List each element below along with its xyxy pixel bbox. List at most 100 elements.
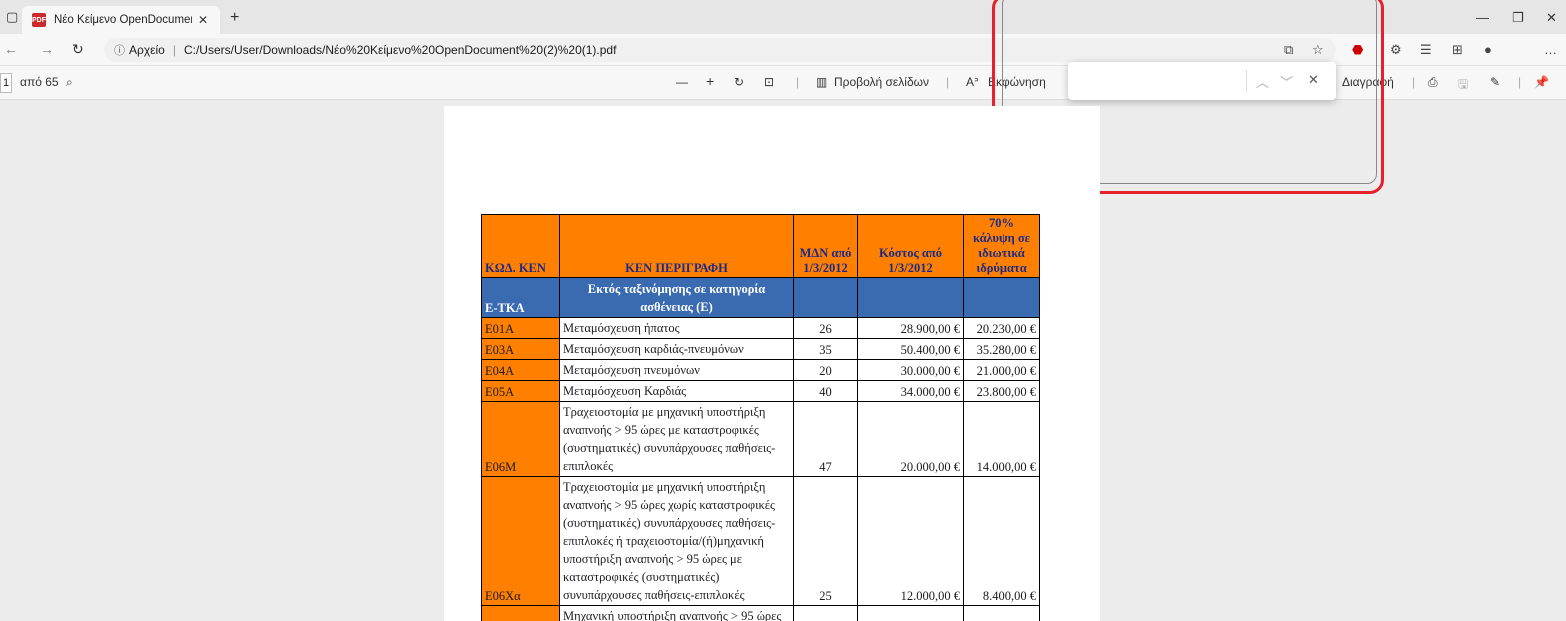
row-pct: 21.000,00 € — [963, 359, 1040, 381]
find-input[interactable] — [1076, 70, 1246, 92]
row-mdn: 35 — [793, 338, 858, 360]
row-mdn — [793, 605, 858, 621]
page-total: από 65 — [20, 75, 59, 89]
row-code: Ε05Α — [481, 380, 560, 402]
category-empty — [963, 277, 1040, 318]
find-panel: ︿ ﹀ ✕ — [1068, 62, 1336, 100]
restore-icon[interactable]: ❐ — [1512, 10, 1524, 26]
divider: | — [796, 75, 800, 89]
divider: | — [172, 43, 176, 57]
table-header-row: ΚΩΔ. ΚΕΝ ΚΕΝ ΠΕΡΙΓΡΑΦΗ ΜΔΝ από 1/3/2012 … — [481, 214, 1040, 278]
favorite-star-icon[interactable]: ☆ — [1312, 42, 1324, 58]
row-mdn: 47 — [793, 401, 858, 477]
header-code: ΚΩΔ. ΚΕΝ — [481, 214, 560, 278]
row-code: Ε03Α — [481, 338, 560, 360]
tab-bar: ▢ PDF Νέο Κείμενο OpenDocument (2) (1).p… — [0, 0, 1566, 34]
row-cost: 50.400,00 € — [857, 338, 964, 360]
row-pct: 14.000,00 € — [963, 401, 1040, 477]
row-cost: 28.900,00 € — [857, 317, 964, 339]
page-view-icon[interactable]: ▥ — [816, 75, 827, 89]
pdf-page: ΚΩΔ. ΚΕΝ ΚΕΝ ΠΕΡΙΓΡΑΦΗ ΜΔΝ από 1/3/2012 … — [444, 106, 1100, 621]
row-pct: 35.280,00 € — [963, 338, 1040, 360]
table-row: Ε04Α Μεταμόσχευση πνευμόνων 20 30.000,00… — [481, 359, 1040, 381]
search-icon[interactable]: ⌕ — [66, 75, 73, 90]
pin-toolbar-icon[interactable]: 📌 — [1534, 75, 1549, 89]
more-menu-icon[interactable]: … — [1544, 42, 1557, 57]
tab-title: Νέο Κείμενο OpenDocument (2) (1).pdf — [54, 14, 192, 26]
zoom-in-icon[interactable]: + — [706, 73, 714, 89]
header-cost: Κόστος από 1/3/2012 — [857, 214, 964, 278]
refresh-icon[interactable]: ↻ — [72, 41, 84, 58]
close-tab-icon[interactable]: ✕ — [198, 13, 208, 27]
find-next-icon[interactable]: ﹀ — [1280, 72, 1293, 91]
header-mdn: ΜΔΝ από 1/3/2012 — [793, 214, 858, 278]
row-code — [481, 605, 560, 621]
fit-page-icon[interactable]: ⊡ — [764, 75, 774, 89]
category-row: Ε-ΤΚΑ Εκτός ταξινόμησης σε κατηγορία ασθ… — [481, 277, 1040, 318]
table-row: Ε06Μ Τραχειοστομία με μηχανική υποστήριξ… — [481, 401, 1040, 477]
print-icon[interactable]: ⎙ — [1428, 75, 1438, 90]
category-code: Ε-ΤΚΑ — [481, 277, 560, 318]
row-mdn: 40 — [793, 380, 858, 402]
category-desc: Εκτός ταξινόμησης σε κατηγορία ασθένειας… — [559, 277, 794, 318]
pdf-file-icon: PDF — [32, 13, 46, 27]
window-close-icon[interactable]: ✕ — [1546, 10, 1557, 26]
url-field[interactable]: ⓘ Αρχείο | C:/Users/User/Downloads/Νέο%2… — [104, 38, 1336, 62]
row-cost: 34.000,00 € — [857, 380, 964, 402]
row-code: Ε06Χα — [481, 476, 560, 606]
divider — [1246, 70, 1247, 92]
extensions-icon[interactable]: ⚙ — [1390, 42, 1402, 58]
header-pct: 70% κάλυψη σε ιδιωτικά ιδρύματα — [963, 214, 1040, 278]
row-desc: Μεταμόσχευση καρδιάς-πνευμόνων — [559, 338, 794, 360]
row-pct — [963, 605, 1040, 621]
extension-shield-icon[interactable]: ⬣ — [1352, 42, 1363, 58]
row-code: Ε01Α — [481, 317, 560, 339]
divider: | — [1412, 75, 1416, 89]
row-cost — [857, 605, 964, 621]
row-code: Ε06Μ — [481, 401, 560, 477]
category-empty — [857, 277, 964, 318]
save-icon[interactable]: 🖫 — [1458, 75, 1468, 96]
zoom-out-icon[interactable]: — — [676, 75, 688, 89]
favorites-list-icon[interactable]: ☰ — [1420, 42, 1432, 58]
save-as-icon[interactable]: ✎ — [1490, 75, 1500, 89]
table-row: Ε06Χα Τραχειοστομία με μηχανική υποστήρι… — [481, 476, 1040, 606]
ken-table: ΚΩΔ. ΚΕΝ ΚΕΝ ΠΕΡΙΓΡΑΦΗ ΜΔΝ από 1/3/2012 … — [481, 214, 1040, 621]
immersive-reader-icon[interactable]: ⧉ — [1284, 42, 1293, 58]
row-cost: 12.000,00 € — [857, 476, 964, 606]
divider: | — [946, 75, 950, 89]
minimize-icon[interactable]: — — [1476, 10, 1489, 25]
row-mdn: 20 — [793, 359, 858, 381]
table-row: Ε01Α Μεταμόσχευση ήπατος 26 28.900,00 € … — [481, 317, 1040, 339]
row-mdn: 25 — [793, 476, 858, 606]
back-icon[interactable]: ← — [4, 41, 18, 57]
find-previous-icon[interactable]: ︿ — [1256, 72, 1269, 91]
row-cost: 30.000,00 € — [857, 359, 964, 381]
row-pct: 8.400,00 € — [963, 476, 1040, 606]
new-tab-icon[interactable]: + — [230, 9, 239, 27]
row-desc: Μεταμόσχευση Καρδιάς — [559, 380, 794, 402]
profile-avatar-icon[interactable]: ● — [1484, 42, 1492, 57]
row-desc: Μεταμόσχευση ήπατος — [559, 317, 794, 339]
info-icon[interactable]: ⓘ — [114, 42, 125, 58]
collections-icon[interactable]: ⊞ — [1452, 42, 1463, 58]
row-mdn: 26 — [793, 317, 858, 339]
tab-pdf[interactable]: PDF Νέο Κείμενο OpenDocument (2) (1).pdf… — [22, 6, 220, 34]
tab-actions-icon[interactable]: ▢ — [6, 9, 18, 25]
row-cost: 20.000,00 € — [857, 401, 964, 477]
divider: | — [1518, 75, 1522, 89]
page-number-input[interactable]: 1 — [0, 73, 12, 93]
row-desc: Τραχειοστομία με μηχανική υποστήριξη ανα… — [559, 476, 794, 606]
forward-icon[interactable]: → — [40, 41, 54, 57]
rotate-icon[interactable]: ↻ — [734, 75, 744, 89]
read-aloud-button[interactable]: Εκφώνηση — [988, 75, 1046, 89]
read-aloud-icon[interactable]: Aᐣ — [966, 75, 979, 89]
find-close-icon[interactable]: ✕ — [1308, 72, 1319, 88]
table-row: Ε05Α Μεταμόσχευση Καρδιάς 40 34.000,00 €… — [481, 380, 1040, 402]
category-empty — [793, 277, 858, 318]
row-pct: 23.800,00 € — [963, 380, 1040, 402]
page-view-button[interactable]: Προβολή σελίδων — [834, 75, 929, 89]
row-desc: Μηχανική υποστήριξη αναπνοής > 95 ώρες χ… — [559, 605, 794, 621]
erase-button[interactable]: Διαγραφή — [1342, 75, 1394, 89]
row-code: Ε04Α — [481, 359, 560, 381]
